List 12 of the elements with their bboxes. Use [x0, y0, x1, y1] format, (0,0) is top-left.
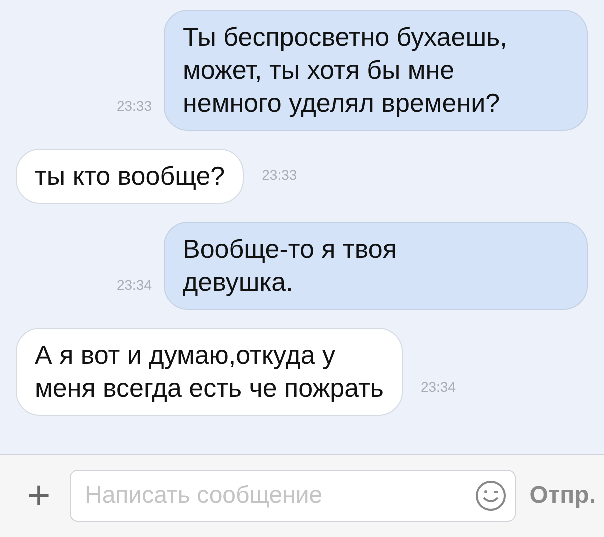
message-time: 23:34 [420, 378, 456, 397]
incoming-message-bubble: ты кто вообще? [16, 149, 244, 204]
outgoing-message-bubble: Вообще-то я твоя девушка. [164, 222, 588, 310]
message-time: 23:34 [116, 276, 152, 295]
outgoing-message-bubble: Ты беспросветно бухаешь, может, ты хотя бы мне немного уделял времени? [164, 10, 588, 131]
add-button[interactable]: + [22, 476, 56, 516]
send-button[interactable]: Отпр. [530, 478, 596, 514]
incoming-message-bubble: А я вот и думаю,откуда у меня всегда есть че пожрать [16, 328, 403, 416]
smiley-icon[interactable] [474, 479, 508, 513]
message-time: 23:33 [116, 97, 152, 116]
message-input[interactable]: Написать сообщение [70, 470, 516, 522]
message-time: 23:33 [262, 166, 298, 185]
